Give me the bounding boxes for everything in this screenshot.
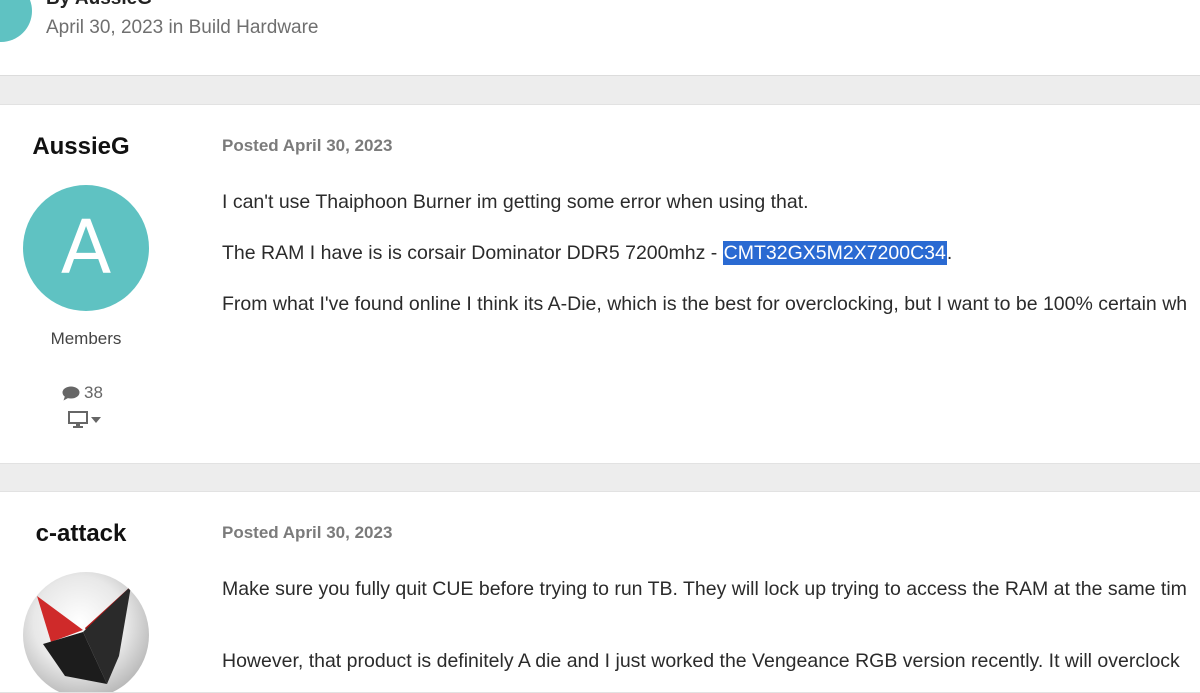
posted-label: Posted	[222, 523, 279, 542]
post-paragraph: However, that product is definitely A di…	[222, 650, 1180, 672]
post-paragraph: Make sure you fully quit CUE before tryi…	[222, 578, 1187, 600]
caret-down-icon	[91, 416, 101, 423]
posted-label: Posted	[222, 136, 279, 155]
post-date: Posted April 30, 2023	[222, 136, 392, 156]
post-paragraph: The RAM I have is is corsair Dominator D…	[222, 241, 1200, 265]
post-date-value[interactable]: April 30, 2023	[283, 136, 393, 155]
post: AussieG A Members 38 Posted April 30, 20…	[0, 104, 1200, 464]
topic-date: April 30, 2023	[46, 17, 164, 38]
author-name[interactable]: AussieG	[0, 133, 162, 161]
topic-author-avatar[interactable]	[0, 0, 32, 42]
post-body: I can't use Thaiphoon Burner im getting …	[222, 191, 1200, 344]
topic-header: By AussieG April 30, 2023 in Build Hardw…	[0, 0, 1200, 76]
device-toggle[interactable]	[68, 411, 101, 428]
post-date: Posted April 30, 2023	[222, 523, 392, 543]
post-count-value: 38	[84, 383, 103, 402]
post-date-value[interactable]: April 30, 2023	[283, 523, 393, 542]
post-paragraph: From what I've found online I think its …	[222, 293, 1188, 315]
forum-link[interactable]: Build Hardware	[189, 17, 319, 38]
paragraph-text: .	[946, 242, 953, 264]
speech-bubble-icon	[62, 386, 80, 400]
selected-text[interactable]: CMT32GX5M2X7200C34	[722, 241, 947, 265]
topic-in-word: in	[168, 17, 184, 38]
topic-byline[interactable]: By AussieG	[46, 0, 152, 10]
post-paragraph: I can't use Thaiphoon Burner im getting …	[222, 191, 809, 213]
avatar[interactable]: A	[23, 185, 149, 311]
monitor-icon	[68, 411, 88, 428]
post-body: Make sure you fully quit CUE before tryi…	[222, 578, 1200, 692]
topic-meta: April 30, 2023 in Build Hardware	[46, 17, 319, 39]
post-count: 38	[62, 383, 103, 403]
member-group: Members	[50, 329, 122, 348]
author-name[interactable]: c-attack	[0, 520, 162, 548]
avatar-letter: A	[60, 205, 112, 291]
paragraph-text: The RAM I have is is corsair Dominator D…	[222, 242, 723, 264]
post: c-attack Posted April 30, 2023 Make sure…	[0, 491, 1200, 693]
